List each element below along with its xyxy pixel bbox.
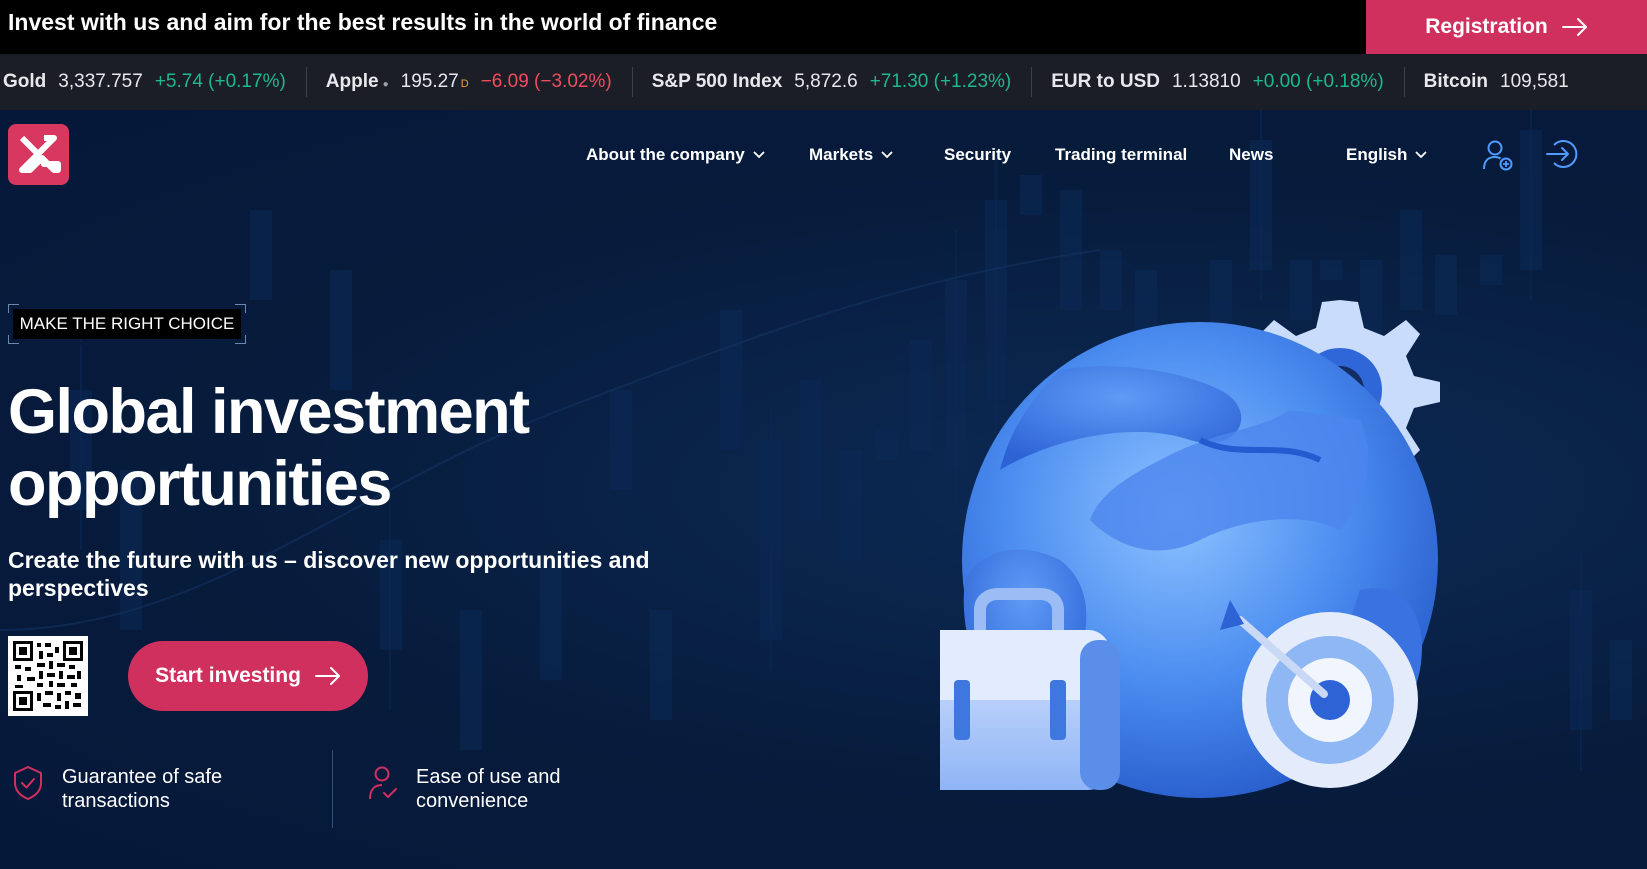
hero-headline-line2: opportunities [8,449,392,519]
nav-security[interactable]: Security [944,145,1011,165]
ticker-price: 3,337.757 [58,71,143,92]
app-qr-code [8,636,88,716]
hero-headline: Global investment opportunities [8,376,628,520]
feature-safe-transactions: Guarantee of safe transactions [12,765,222,813]
nav-label: Markets [809,145,874,164]
nav-trading-terminal[interactable]: Trading terminal [1055,145,1187,165]
chevron-down-icon [753,151,765,159]
feature-text: Ease of use and convenience [416,765,561,813]
ticker-price: 1.13810 [1171,71,1241,92]
feature-line: convenience [416,790,529,812]
feature-divider [332,750,333,828]
login-icon [1546,140,1578,168]
start-investing-label: Start investing [155,664,301,687]
feature-line: Ease of use and [416,766,561,788]
promo-bar: Invest with us and aim for the best resu… [0,0,1647,54]
promo-text: Invest with us and aim for the best resu… [8,9,718,35]
ticker-name: Gold [3,71,47,92]
register-user-button[interactable] [1483,139,1513,176]
nav-markets[interactable]: Markets [809,145,893,165]
feature-line: Guarantee of safe [62,766,223,788]
logo-mark-icon [19,135,61,173]
nav-label: News [1229,145,1274,164]
language-selector[interactable]: English [1346,145,1428,165]
market-status-dot-icon: ● [382,79,389,90]
chevron-down-icon [881,151,893,159]
nav-label: About the company [586,145,745,164]
user-check-icon [369,766,397,800]
hero-headline-line1: Global investment [8,377,530,447]
registration-label: Registration [1425,15,1548,38]
arrow-right-icon [314,667,340,685]
ticker-change: +5.74 (+0.17%) [154,71,286,92]
brand-logo[interactable] [8,124,69,185]
registration-button[interactable]: Registration [1366,0,1647,54]
nav-news[interactable]: News [1229,145,1273,165]
ticker-price: 109,581 [1500,71,1569,92]
feature-ease-of-use: Ease of use and convenience [368,765,561,813]
arrow-right-icon [1561,18,1587,36]
language-label: English [1346,145,1408,164]
ticker-change: +0.00 (+0.18%) [1252,71,1384,92]
ticker-price: 5,872.6 [794,71,858,92]
user-add-icon [1483,140,1513,171]
feature-line: transactions [62,790,170,812]
nav-about-company[interactable]: About the company [586,145,765,165]
ticker-item-sp500[interactable]: S&P 500 Index 5,872.6 +71.30 (+1.23%) [649,67,1033,97]
hero-subline: Create the future with us – discover new… [8,547,650,601]
hero-badge-text: MAKE THE RIGHT CHOICE [13,309,241,339]
start-investing-button[interactable]: Start investing [128,641,368,711]
qr-code-icon [13,641,83,711]
chevron-down-icon [1415,151,1428,159]
ticker-item-eurusd[interactable]: EUR to USD 1.13810 +0.00 (+0.18%) [1048,67,1405,97]
shield-check-icon [14,766,42,800]
nav-label: Security [944,145,1012,164]
nav-label: Trading terminal [1055,145,1188,164]
ticker-change: +71.30 (+1.23%) [869,71,1012,92]
login-button[interactable] [1546,139,1578,174]
ticker-name: Apple [325,71,379,92]
ticker-name: EUR to USD [1051,71,1160,92]
ticker-item-apple[interactable]: Apple ● 195.27 D −6.09 (−3.02%) [323,67,633,97]
globe-investment-illustration [940,300,1440,798]
feature-text: Guarantee of safe transactions [62,765,222,813]
ticker-item-gold[interactable]: Gold 3,337.757 +5.74 (+0.17%) [0,67,307,97]
ticker-name: S&P 500 Index [651,71,783,92]
hero-badge: MAKE THE RIGHT CHOICE [7,303,247,345]
ticker-price: 195.27 [400,71,459,92]
ticker-item-bitcoin[interactable]: Bitcoin 109,581 [1421,67,1589,97]
ticker-delay-flag: D [460,78,469,90]
market-ticker: Gold 3,337.757 +5.74 (+0.17%) Apple ● 19… [0,54,1647,110]
ticker-name: Bitcoin [1423,71,1489,92]
ticker-change: −6.09 (−3.02%) [480,71,612,92]
